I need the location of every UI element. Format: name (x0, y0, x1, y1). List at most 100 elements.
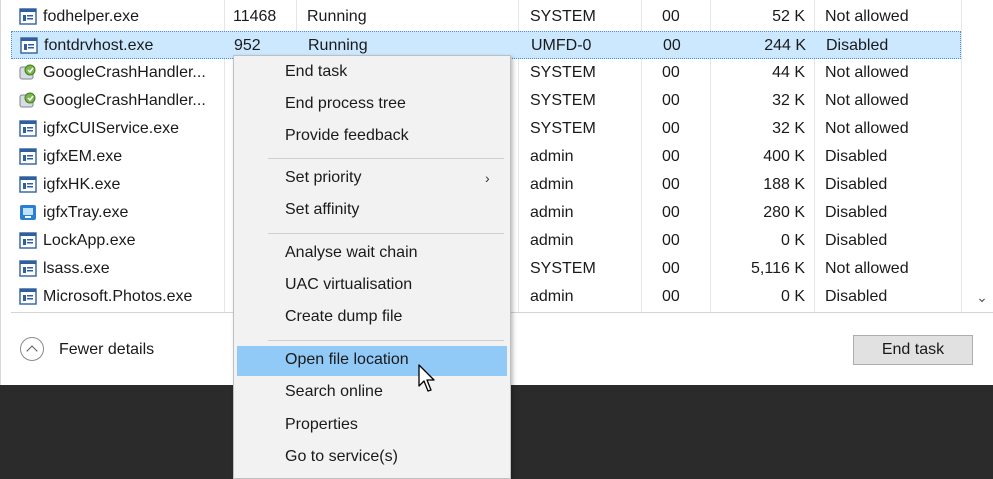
cell-user: admin (530, 204, 574, 221)
cell-name: igfxTray.exe (43, 204, 129, 221)
cell-cpu: 00 (662, 8, 680, 25)
cell-user: SYSTEM (530, 8, 596, 25)
google-update-icon (19, 92, 37, 109)
cell-memory: 400 K (763, 148, 805, 165)
menu-item-set-affinity[interactable]: Set affinity (237, 196, 507, 226)
cell-name: fontdrvhost.exe (44, 37, 154, 54)
cell-uac: Disabled (825, 148, 888, 165)
cell-name: GoogleCrashHandler... (43, 92, 206, 109)
cell-uac: Disabled (825, 176, 888, 193)
chevron-up-circle-icon[interactable] (20, 337, 44, 361)
cell-memory: 0 K (780, 232, 805, 249)
cell-memory: 32 K (772, 120, 805, 137)
cell-status: Running (308, 37, 368, 54)
cell-memory: 44 K (772, 64, 805, 81)
cell-name: LockApp.exe (43, 232, 136, 249)
fewer-details-link[interactable]: Fewer details (59, 341, 154, 359)
column-separator (961, 0, 962, 312)
cell-name: fodhelper.exe (43, 8, 140, 25)
app-window-icon (19, 232, 37, 249)
menu-item-label: End process tree (285, 95, 406, 112)
cell-uac: Disabled (826, 37, 889, 54)
cell-user: admin (530, 176, 574, 193)
chevron-right-icon: › (485, 170, 490, 186)
menu-item-uac-virtualisation[interactable]: UAC virtualisation (237, 271, 507, 301)
cell-uac: Not allowed (825, 8, 909, 25)
menu-item-analyse-wait-chain[interactable]: Analyse wait chain (237, 239, 507, 269)
app-window-icon (19, 120, 37, 137)
menu-item-go-to-service-s[interactable]: Go to service(s) (237, 443, 507, 473)
menu-item-label: Analyse wait chain (285, 244, 418, 261)
intel-graphics-icon (19, 204, 37, 221)
cell-pid: 952 (234, 37, 261, 54)
mouse-pointer-icon (418, 364, 435, 392)
cell-cpu: 00 (662, 148, 680, 165)
cell-user: SYSTEM (530, 92, 596, 109)
cell-user: SYSTEM (530, 120, 596, 137)
menu-item-set-priority[interactable]: Set priority › (237, 164, 507, 194)
app-window-icon (19, 176, 37, 193)
menu-item-label: Set priority (285, 169, 362, 186)
context-menu: End task End process tree Provide feedback… (233, 55, 511, 479)
menu-item-search-online[interactable]: Search online (237, 378, 507, 408)
menu-separator (268, 340, 504, 341)
menu-separator (268, 158, 504, 159)
cell-memory: 5,116 K (751, 260, 805, 277)
app-window-icon (19, 288, 37, 305)
cell-memory: 280 K (763, 204, 805, 221)
cell-uac: Not allowed (825, 260, 909, 277)
cell-memory: 244 K (764, 37, 806, 54)
cell-name: igfxEM.exe (43, 148, 123, 165)
menu-item-properties[interactable]: Properties (237, 411, 507, 441)
cell-uac: Not allowed (825, 120, 909, 137)
cell-memory: 52 K (772, 8, 805, 25)
google-update-icon (19, 64, 37, 81)
menu-item-label: Open file location (285, 351, 409, 368)
vertical-scrollbar[interactable] (972, 0, 992, 312)
menu-item-label: Provide feedback (285, 127, 409, 144)
cell-cpu: 00 (662, 204, 680, 221)
cell-uac: Not allowed (825, 92, 909, 109)
cell-uac: Not allowed (825, 64, 909, 81)
cell-user: admin (530, 232, 574, 249)
menu-item-label: Go to service(s) (285, 448, 398, 465)
cell-user: admin (530, 148, 574, 165)
app-window-icon (19, 148, 37, 165)
cell-memory: 0 K (780, 288, 805, 305)
end-task-button[interactable]: End task (853, 335, 973, 365)
menu-item-label: Search online (285, 383, 383, 400)
app-window-icon (20, 37, 38, 54)
cell-cpu: 00 (662, 288, 680, 305)
cell-cpu: 00 (662, 232, 680, 249)
cell-name: igfxCUIService.exe (43, 120, 180, 137)
cell-uac: Disabled (825, 288, 888, 305)
cell-uac: Disabled (825, 204, 888, 221)
cell-user: admin (530, 288, 574, 305)
menu-item-label: UAC virtualisation (285, 276, 413, 293)
cell-cpu: 00 (662, 176, 680, 193)
cell-cpu: 00 (663, 37, 681, 54)
menu-item-create-dump-file[interactable]: Create dump file (237, 303, 507, 333)
menu-item-label: Properties (285, 416, 358, 433)
cell-name: lsass.exe (43, 260, 110, 277)
cell-memory: 32 K (772, 92, 805, 109)
cell-memory: 188 K (763, 176, 805, 193)
menu-item-label: Set affinity (285, 201, 360, 218)
cell-cpu: 00 (662, 260, 680, 277)
menu-item-end-process-tree[interactable]: End process tree (237, 90, 507, 120)
app-window-icon (19, 260, 37, 277)
cell-user: SYSTEM (530, 260, 596, 277)
menu-item-end-task[interactable]: End task (237, 58, 507, 88)
cell-name: igfxHK.exe (43, 176, 121, 193)
menu-item-label: Create dump file (285, 308, 403, 325)
cell-status: Running (307, 8, 367, 25)
cell-pid: 11468 (233, 8, 277, 25)
table-row[interactable]: fodhelper.exe 11468 Running SYSTEM 00 52 K Not… (11, 3, 961, 31)
cell-cpu: 00 (662, 120, 680, 137)
menu-item-label: End task (285, 63, 348, 80)
menu-item-provide-feedback[interactable]: Provide feedback (237, 122, 507, 152)
scroll-down-arrow-icon[interactable]: ⌄ (975, 290, 989, 304)
cell-uac: Disabled (825, 232, 888, 249)
app-window-icon (19, 8, 37, 25)
menu-item-open-file-location[interactable]: Open file location (237, 346, 507, 376)
